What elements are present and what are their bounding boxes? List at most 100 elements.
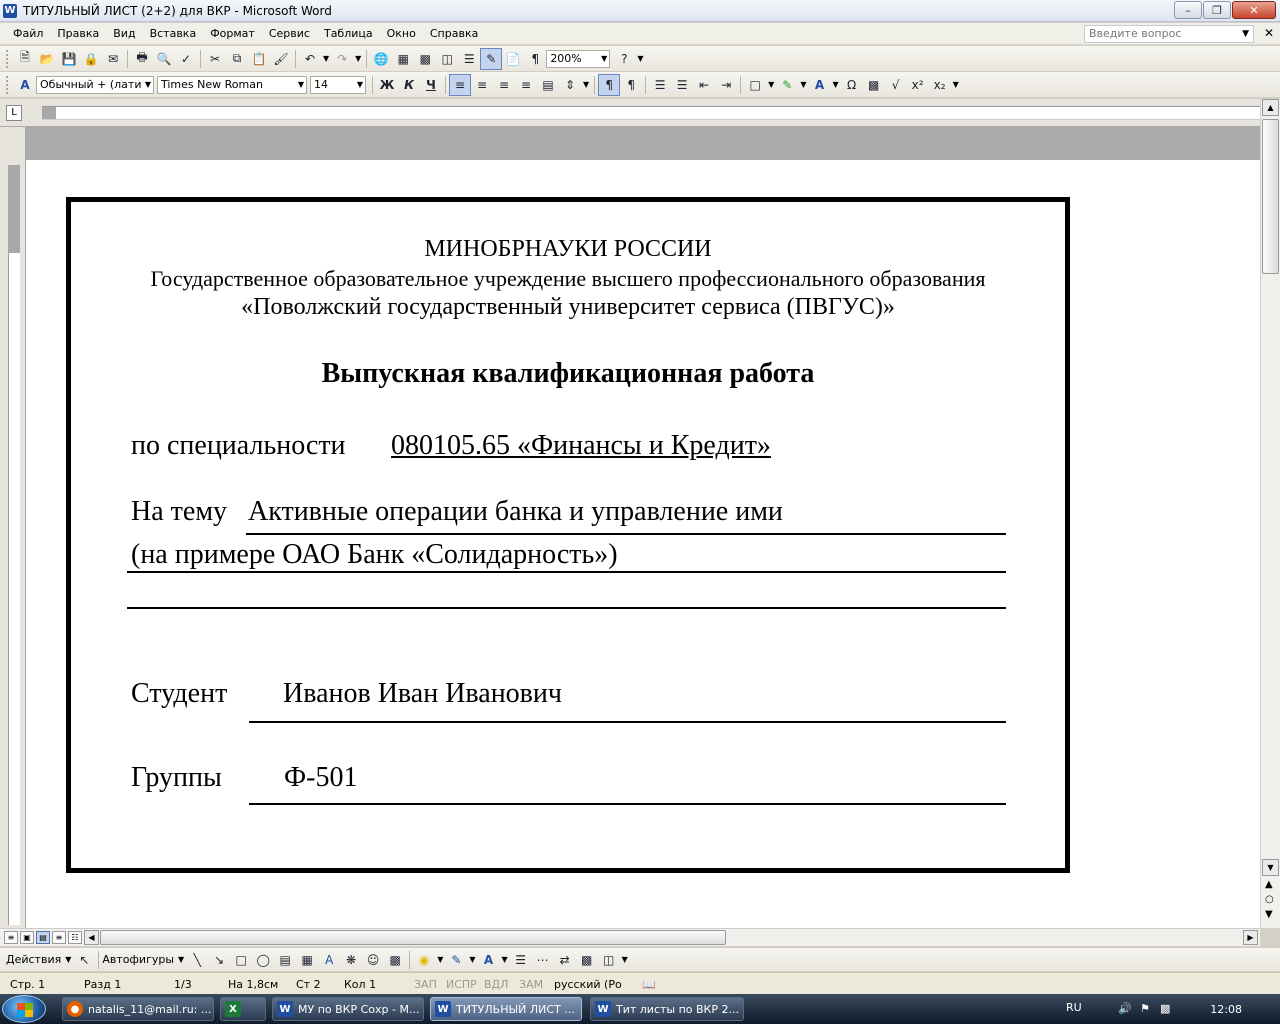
- scroll-down-icon[interactable]: ▼: [1262, 859, 1279, 876]
- reading-view-icon[interactable]: ☷: [68, 931, 82, 944]
- tables-borders-icon[interactable]: ▦: [392, 48, 414, 70]
- horizontal-scrollbar[interactable]: ≡ ▣ ▤ ≡ ☷ ◀ ▶: [0, 928, 1260, 946]
- scroll-up-icon[interactable]: ▲: [1262, 99, 1279, 116]
- chevron-down-icon[interactable]: ▼: [601, 51, 607, 67]
- permission-icon[interactable]: 🔒: [80, 48, 102, 70]
- symbol-icon[interactable]: Ω: [841, 74, 863, 96]
- chevron-down-icon[interactable]: ▼: [355, 54, 361, 63]
- insert-table-icon[interactable]: ▩: [414, 48, 436, 70]
- previous-page-icon[interactable]: ▲: [1265, 879, 1273, 890]
- chevron-down-icon[interactable]: ▼: [622, 955, 628, 964]
- flag-icon[interactable]: ⚑: [1140, 1002, 1150, 1015]
- taskbar-item-firefox[interactable]: ● natalis_11@mail.ru: ...: [62, 997, 214, 1021]
- vertical-scrollbar[interactable]: ▲ ▼ ▲ ○ ▼: [1260, 99, 1280, 928]
- print-preview-icon[interactable]: 🔍: [153, 48, 175, 70]
- network-icon[interactable]: ▩: [1160, 1002, 1170, 1015]
- chevron-down-icon[interactable]: ▼: [953, 80, 959, 89]
- horizontal-scroll-thumb[interactable]: [100, 930, 726, 945]
- drawing-icon[interactable]: ✎: [480, 47, 503, 70]
- chevron-down-icon[interactable]: ▼: [437, 955, 443, 964]
- print-icon[interactable]: 🖶: [131, 48, 153, 70]
- status-track-changes[interactable]: ИСПР: [446, 978, 477, 991]
- chevron-down-icon[interactable]: ▼: [65, 955, 71, 964]
- decrease-indent-icon[interactable]: ⇤: [693, 74, 715, 96]
- status-extend[interactable]: ВДЛ: [484, 978, 508, 991]
- font-select[interactable]: Times New Roman ▼: [157, 75, 307, 94]
- menu-tools[interactable]: Сервис: [262, 24, 317, 44]
- start-button[interactable]: [2, 995, 46, 1023]
- format-painter-icon[interactable]: 🖌: [270, 48, 292, 70]
- status-record[interactable]: ЗАП: [414, 978, 437, 991]
- email-icon[interactable]: ✉: [102, 48, 124, 70]
- clip-art-icon[interactable]: ☺: [362, 949, 384, 971]
- align-left-icon[interactable]: ≡: [449, 73, 471, 96]
- subscript-icon[interactable]: x₂: [929, 74, 951, 96]
- menu-file[interactable]: Файл: [6, 24, 50, 44]
- chevron-down-icon[interactable]: ▼: [637, 54, 643, 63]
- chevron-down-icon[interactable]: ▼: [502, 955, 508, 964]
- close-button[interactable]: ✕: [1232, 1, 1276, 19]
- word-app-icon[interactable]: W: [3, 3, 17, 18]
- ruler-strip[interactable]: [42, 106, 1262, 120]
- chevron-down-icon[interactable]: ▼: [357, 77, 363, 93]
- vertical-ruler[interactable]: [0, 127, 26, 928]
- zoom-select[interactable]: 200% ▼: [546, 49, 611, 68]
- numbering-icon[interactable]: ☰: [649, 74, 671, 96]
- text-box-icon[interactable]: ▤: [274, 949, 296, 971]
- arrow-style-icon[interactable]: ⇄: [554, 949, 576, 971]
- italic-icon[interactable]: К: [398, 74, 420, 96]
- style-select[interactable]: Обычный + (лати ▼: [36, 75, 154, 94]
- document-area[interactable]: МИНОБРНАУКИ РОССИИ Государственное образ…: [26, 127, 1260, 928]
- font-color-icon[interactable]: A: [808, 74, 830, 96]
- menu-view[interactable]: Вид: [106, 24, 142, 44]
- chart-icon[interactable]: ▩: [863, 74, 885, 96]
- outline-view-icon[interactable]: ≡: [52, 931, 66, 944]
- arrow-icon[interactable]: ↘: [208, 949, 230, 971]
- menu-table[interactable]: Таблица: [317, 24, 380, 44]
- clock[interactable]: 12:08: [1210, 1003, 1242, 1016]
- line-color-icon[interactable]: ✎: [445, 949, 467, 971]
- maximize-button[interactable]: ❐: [1203, 1, 1231, 19]
- document-page[interactable]: МИНОБРНАУКИ РОССИИ Государственное образ…: [26, 160, 1260, 928]
- document-map-icon[interactable]: 📄: [502, 48, 524, 70]
- distributed-icon[interactable]: ▤: [537, 74, 559, 96]
- print-layout-icon[interactable]: ▤: [36, 931, 50, 944]
- align-right-icon[interactable]: ≡: [493, 74, 515, 96]
- menu-insert[interactable]: Вставка: [143, 24, 204, 44]
- chevron-down-icon[interactable]: ▼: [768, 80, 774, 89]
- help-icon[interactable]: ?: [613, 48, 635, 70]
- 3d-icon[interactable]: ◫: [598, 949, 620, 971]
- menu-help[interactable]: Справка: [423, 24, 485, 44]
- hyperlink-icon[interactable]: 🌐: [370, 48, 392, 70]
- redo-icon[interactable]: ↷: [331, 48, 353, 70]
- chevron-down-icon[interactable]: ▼: [178, 955, 184, 964]
- toolbar-grip[interactable]: [6, 75, 10, 94]
- tab-selector-icon[interactable]: L: [6, 105, 22, 121]
- ltr-paragraph-icon[interactable]: ¶: [598, 73, 621, 96]
- menu-edit[interactable]: Правка: [50, 24, 106, 44]
- next-page-icon[interactable]: ▼: [1265, 909, 1273, 920]
- chevron-down-icon[interactable]: ▼: [469, 955, 475, 964]
- normal-view-icon[interactable]: ≡: [4, 931, 18, 944]
- font-size-select[interactable]: 14 ▼: [310, 75, 366, 94]
- underline-icon[interactable]: Ч: [420, 74, 442, 96]
- equation-icon[interactable]: √: [885, 74, 907, 96]
- select-objects-icon[interactable]: ↖: [73, 949, 95, 971]
- language-indicator[interactable]: RU: [1066, 1001, 1082, 1014]
- volume-icon[interactable]: 🔊: [1118, 1002, 1132, 1015]
- line-icon[interactable]: ╲: [186, 949, 208, 971]
- scroll-right-icon[interactable]: ▶: [1243, 930, 1258, 945]
- web-view-icon[interactable]: ▣: [20, 931, 34, 944]
- scroll-left-icon[interactable]: ◀: [84, 930, 99, 945]
- chevron-down-icon[interactable]: ▼: [1242, 26, 1249, 42]
- ask-question-input[interactable]: Введите вопрос ▼: [1084, 25, 1254, 43]
- rtl-paragraph-icon[interactable]: ¶: [620, 74, 642, 96]
- undo-icon[interactable]: ↶: [299, 48, 321, 70]
- highlight-icon[interactable]: ✎: [776, 74, 798, 96]
- picture-icon[interactable]: ▩: [384, 949, 406, 971]
- save-icon[interactable]: 💾: [58, 48, 80, 70]
- horizontal-ruler[interactable]: L: [0, 99, 1280, 127]
- paste-icon[interactable]: 📋: [248, 48, 270, 70]
- menu-window[interactable]: Окно: [380, 24, 423, 44]
- minimize-button[interactable]: –: [1174, 1, 1202, 19]
